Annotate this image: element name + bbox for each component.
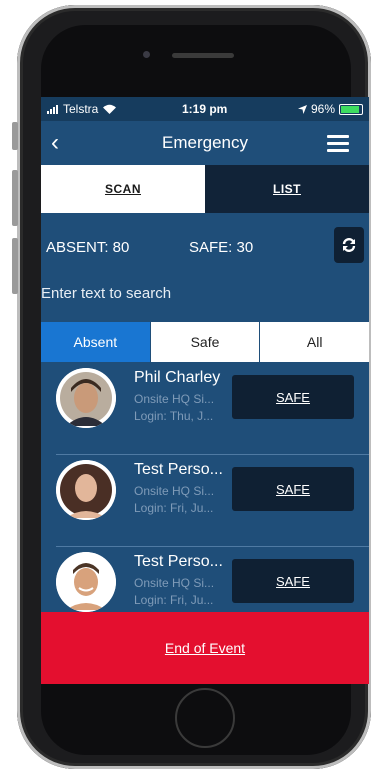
people-list: Phil Charley Onsite HQ Si... Login: Thu,…	[41, 362, 369, 612]
person-name: Test Perso...	[134, 461, 223, 478]
location-arrow-icon	[297, 104, 307, 114]
tab-bar: SCAN LIST	[41, 165, 369, 213]
status-time: 1:19 pm	[182, 102, 228, 116]
home-button[interactable]	[175, 688, 235, 748]
filter-safe[interactable]: Safe	[149, 322, 260, 362]
tab-list[interactable]: LIST	[205, 165, 369, 213]
battery-icon	[339, 103, 363, 115]
carrier-name: Telstra	[63, 102, 99, 116]
avatar	[56, 552, 116, 612]
person-location: Onsite HQ Si...	[134, 392, 215, 406]
tab-scan[interactable]: SCAN	[41, 165, 205, 213]
person-login: Login: Thu, J...	[134, 409, 214, 423]
refresh-icon	[342, 238, 356, 252]
page-title: Emergency	[162, 133, 248, 152]
app-screen: Telstra 1:19 pm 96% ‹ Emergency SCAN LIS…	[41, 97, 369, 684]
battery-percent: 96%	[310, 102, 335, 116]
mark-safe-button[interactable]: SAFE	[232, 375, 354, 419]
mark-safe-button[interactable]: SAFE	[232, 559, 354, 603]
list-item[interactable]: Test Perso... Onsite HQ Si... Login: Fri…	[56, 454, 369, 547]
filter-absent[interactable]: Absent	[41, 322, 150, 362]
end-of-event-button[interactable]: End of Event	[41, 612, 369, 684]
avatar	[56, 460, 116, 520]
list-item[interactable]: Test Perso... Onsite HQ Si... Login: Fri…	[56, 546, 369, 612]
person-location: Onsite HQ Si...	[134, 576, 215, 590]
list-item[interactable]: Phil Charley Onsite HQ Si... Login: Thu,…	[56, 362, 369, 455]
person-login: Login: Fri, Ju...	[134, 593, 214, 607]
refresh-button[interactable]	[334, 227, 364, 263]
attendance-counts: ABSENT: 80 SAFE: 30	[46, 239, 253, 256]
person-name: Phil Charley	[134, 369, 221, 386]
mark-safe-button[interactable]: SAFE	[232, 467, 354, 511]
signal-icon	[47, 104, 58, 114]
person-login: Login: Fri, Ju...	[134, 501, 214, 515]
nav-bar: ‹ Emergency	[41, 121, 369, 165]
avatar	[56, 368, 116, 428]
mute-switch	[12, 122, 18, 150]
hamburger-menu-icon[interactable]	[327, 135, 349, 153]
status-bar: Telstra 1:19 pm 96%	[41, 97, 369, 121]
filter-all[interactable]: All	[259, 322, 369, 362]
search-input[interactable]	[41, 285, 369, 302]
volume-up-button	[12, 170, 18, 226]
front-camera	[143, 51, 150, 58]
wifi-icon	[103, 104, 117, 114]
absent-count: ABSENT: 80	[46, 239, 130, 256]
person-name: Test Perso...	[134, 553, 223, 570]
earpiece-speaker	[172, 53, 234, 58]
safe-count: SAFE: 30	[189, 239, 254, 256]
volume-down-button	[12, 238, 18, 294]
person-location: Onsite HQ Si...	[134, 484, 215, 498]
filter-segmented-control: Absent Safe All	[41, 322, 369, 362]
